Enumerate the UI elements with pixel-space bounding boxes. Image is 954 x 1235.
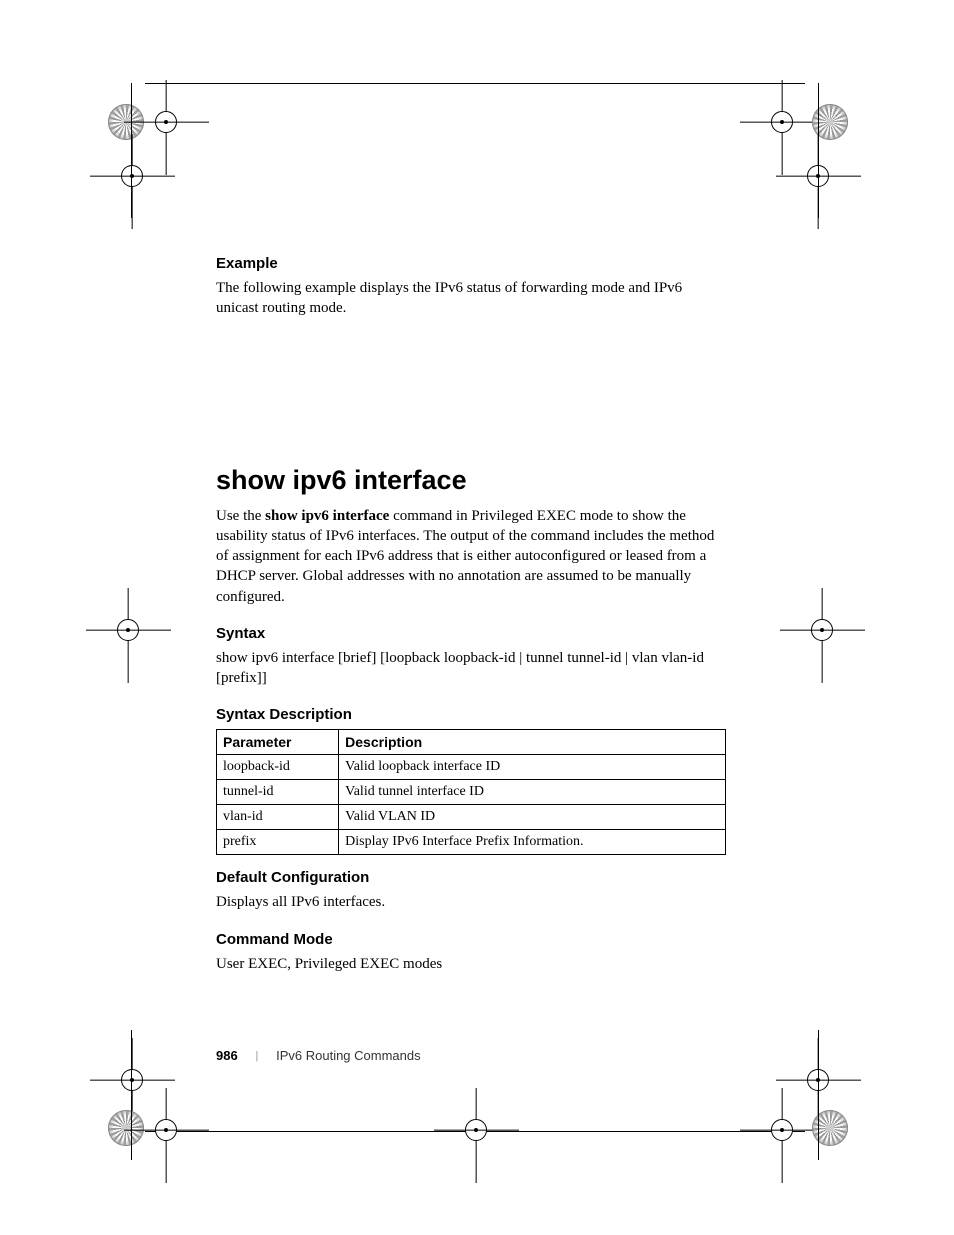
registration-mark-icon [120,1068,144,1092]
registration-mark-icon [120,164,144,188]
intro-prefix: Use the [216,508,265,524]
table-row: loopback-id Valid loopback interface ID [217,755,726,780]
page-number: 986 [216,1048,238,1063]
command-intro: Use the show ipv6 interface command in P… [216,506,726,607]
registration-mark-icon [154,110,178,134]
footer-divider: | [256,1048,258,1063]
desc-cell: Display IPv6 Interface Prefix Informatio… [339,830,726,855]
syntax-description-table: Parameter Description loopback-id Valid … [216,729,726,855]
registration-mark-icon [464,1118,488,1142]
example-body: The following example displays the IPv6 … [216,278,726,319]
registration-mark-icon [770,1118,794,1142]
col-parameter: Parameter [217,730,339,755]
page-content: Example The following example displays t… [216,255,726,992]
registration-mark-icon [770,110,794,134]
syntax-body: show ipv6 interface [brief] [loopback lo… [216,648,726,689]
param-cell: loopback-id [217,755,339,780]
command-mode-heading: Command Mode [216,931,726,948]
page-footer: 986 | IPv6 Routing Commands [216,1048,421,1063]
param-cell: tunnel-id [217,780,339,805]
command-mode-body: User EXEC, Privileged EXEC modes [216,954,726,974]
param-cell: prefix [217,830,339,855]
registration-mark-icon [116,618,140,642]
section-gap [216,337,726,465]
table-row: prefix Display IPv6 Interface Prefix Inf… [217,830,726,855]
table-header-row: Parameter Description [217,730,726,755]
crop-line [818,1030,819,1160]
desc-cell: Valid loopback interface ID [339,755,726,780]
example-heading: Example [216,255,726,272]
param-cell: vlan-id [217,805,339,830]
desc-cell: Valid VLAN ID [339,805,726,830]
registration-mark-icon [108,1110,144,1146]
crop-line [145,83,805,84]
table-row: tunnel-id Valid tunnel interface ID [217,780,726,805]
col-description: Description [339,730,726,755]
registration-mark-icon [154,1118,178,1142]
table-row: vlan-id Valid VLAN ID [217,805,726,830]
crop-line [131,1030,132,1160]
crop-line [818,83,819,218]
crop-line [131,83,132,218]
registration-mark-icon [810,618,834,642]
syntax-heading: Syntax [216,625,726,642]
intro-bold: show ipv6 interface [265,508,389,524]
default-config-heading: Default Configuration [216,869,726,886]
desc-cell: Valid tunnel interface ID [339,780,726,805]
footer-section-name: IPv6 Routing Commands [276,1048,421,1063]
syntax-description-heading: Syntax Description [216,706,726,723]
default-config-body: Displays all IPv6 interfaces. [216,892,726,912]
command-title: show ipv6 interface [216,465,726,496]
